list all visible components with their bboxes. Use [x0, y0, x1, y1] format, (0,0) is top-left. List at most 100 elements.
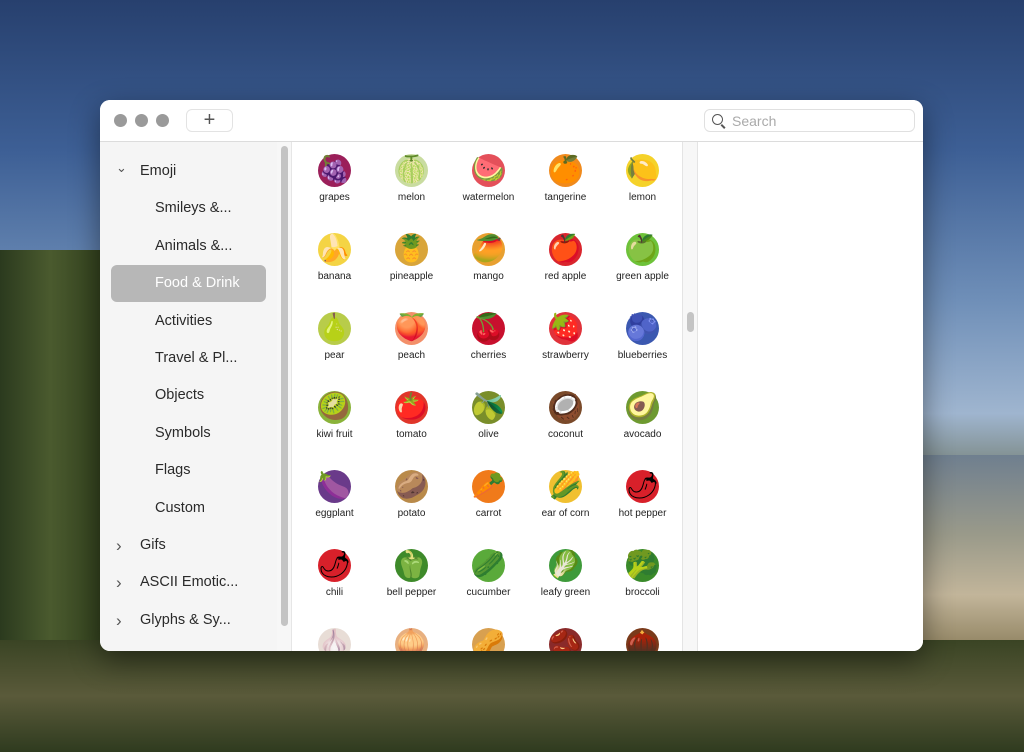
app-window: + ⌄EmojiSmileys &...Animals &... Food & D… [100, 100, 923, 651]
emoji-cell[interactable]: 🍅 tomato [373, 379, 450, 458]
emoji-glyph: 🧅 [395, 628, 428, 651]
grid-scrollbar-thumb[interactable] [687, 312, 694, 332]
emoji-glyph: 🫘 [549, 628, 582, 651]
emoji-cell[interactable]: 🍐 pear [296, 300, 373, 379]
sidebar-scrollbar[interactable] [277, 142, 292, 651]
emoji-glyph: 🥥 [549, 391, 582, 424]
emoji-cell[interactable]: 🍈 melon [373, 142, 450, 221]
emoji-label: chili [325, 587, 344, 598]
emoji-cell[interactable]: 🥭 mango [450, 221, 527, 300]
emoji-cell[interactable]: 🍑 peach [373, 300, 450, 379]
emoji-cell[interactable]: 🧄 [296, 616, 373, 651]
chevron-down-icon[interactable]: ⌄ [116, 149, 127, 186]
chevron-right-icon[interactable]: › [116, 564, 122, 601]
sidebar-item[interactable]: Smileys &... [111, 190, 266, 227]
emoji-cell[interactable]: 🥔 potato [373, 458, 450, 537]
emoji-cell[interactable]: 🌰 [604, 616, 681, 651]
emoji-cell[interactable]: 🌽 ear of corn [527, 458, 604, 537]
wallpaper-hills [923, 455, 1024, 655]
emoji-glyph: 🥔 [395, 470, 428, 503]
emoji-label: tomato [396, 429, 427, 440]
sidebar-item-label: Objects [155, 387, 205, 404]
emoji-cell[interactable]: 🍉 watermelon [450, 142, 527, 221]
emoji-glyph: 🧄 [318, 628, 351, 651]
chevron-right-icon[interactable]: › [116, 527, 122, 564]
emoji-cell[interactable]: 🥑 avocado [604, 379, 681, 458]
search-input[interactable] [732, 112, 907, 130]
sidebar-item[interactable]: Flags [111, 452, 266, 489]
emoji-cell[interactable]: 🥕 carrot [450, 458, 527, 537]
emoji-cell[interactable]: 🍏 green apple [604, 221, 681, 300]
emoji-label: bell pepper [386, 587, 437, 598]
sidebar-item-label: Gifs [140, 537, 166, 553]
chevron-right-icon[interactable]: › [116, 602, 122, 639]
emoji-cell[interactable]: 🥬 leafy green [527, 537, 604, 616]
emoji-label: pear [324, 350, 345, 361]
search-field[interactable] [704, 109, 915, 132]
emoji-grid: 🍇 grapes 🍈 melon 🍉 watermelon 🍊 tangerine 🍋 lemon… [292, 142, 682, 651]
sidebar-item[interactable]: Activities [111, 303, 266, 340]
add-button[interactable]: + [186, 109, 233, 132]
emoji-cell[interactable]: 🍊 tangerine [527, 142, 604, 221]
emoji-cell[interactable]: 🍒 cherries [450, 300, 527, 379]
emoji-cell[interactable]: 🍍 pineapple [373, 221, 450, 300]
sidebar-item[interactable]: › Glyphs & Sy... [111, 602, 266, 639]
emoji-cell[interactable]: 🥝 kiwi fruit [296, 379, 373, 458]
detail-pane [698, 142, 923, 651]
emoji-glyph: 🫒 [472, 391, 505, 424]
wallpaper-ground [0, 640, 1024, 752]
sidebar-item[interactable]: Custom [111, 490, 266, 527]
emoji-label: lemon [628, 192, 657, 203]
sidebar-item[interactable]: Objects [111, 377, 266, 414]
emoji-label: red apple [544, 271, 587, 282]
sidebar-item[interactable]: Animals &... [111, 228, 266, 265]
sidebar-item[interactable]: Food & Drink [111, 265, 266, 303]
emoji-cell[interactable]: 🌶 chili [296, 537, 373, 616]
emoji-label: banana [317, 271, 352, 282]
emoji-cell[interactable]: 🌶 hot pepper [604, 458, 681, 537]
sidebar-item[interactable]: Travel & Pl... [111, 340, 266, 377]
emoji-glyph: 🍋 [626, 154, 659, 187]
emoji-glyph: 🥬 [549, 549, 582, 582]
emoji-cell[interactable]: 🍌 banana [296, 221, 373, 300]
sidebar-item-label: Flags [155, 462, 191, 479]
emoji-glyph: 🍌 [318, 233, 351, 266]
emoji-label: leafy green [540, 587, 591, 598]
emoji-glyph: 🍉 [472, 154, 505, 187]
emoji-cell[interactable]: 🥦 broccoli [604, 537, 681, 616]
emoji-cell[interactable]: 🍓 strawberry [527, 300, 604, 379]
close-button[interactable] [114, 114, 127, 127]
emoji-cell[interactable]: 🫒 olive [450, 379, 527, 458]
emoji-cell[interactable]: 🫐 blueberries [604, 300, 681, 379]
emoji-cell[interactable]: 🫑 bell pepper [373, 537, 450, 616]
minimize-button[interactable] [135, 114, 148, 127]
sidebar-item[interactable]: › Gifs [111, 527, 266, 564]
sidebar-item[interactable]: Symbols [111, 415, 266, 452]
emoji-cell[interactable]: 🥒 cucumber [450, 537, 527, 616]
sidebar-item[interactable]: › ASCII Emotic... [111, 564, 266, 601]
emoji-cell[interactable]: 🍋 lemon [604, 142, 681, 221]
emoji-cell[interactable]: 🍇 grapes [296, 142, 373, 221]
emoji-glyph: 🍐 [318, 312, 351, 345]
emoji-cell[interactable]: 🧅 [373, 616, 450, 651]
emoji-label: melon [397, 192, 426, 203]
emoji-label: carrot [475, 508, 502, 519]
emoji-label: kiwi fruit [316, 429, 353, 440]
zoom-button[interactable] [156, 114, 169, 127]
sidebar-scrollbar-thumb[interactable] [281, 146, 288, 626]
emoji-cell[interactable]: 🍆 eggplant [296, 458, 373, 537]
emoji-glyph: 🌶 [626, 470, 660, 503]
emoji-cell[interactable]: 🍎 red apple [527, 221, 604, 300]
emoji-label: watermelon [462, 192, 515, 203]
emoji-label: peach [397, 350, 426, 361]
emoji-cell[interactable]: 🫘 [527, 616, 604, 651]
emoji-cell[interactable]: 🥥 coconut [527, 379, 604, 458]
emoji-label: hot pepper [618, 508, 667, 519]
emoji-cell[interactable]: 🥜 [450, 616, 527, 651]
sidebar-item-label: Food & Drink [155, 275, 240, 292]
emoji-glyph: 🍓 [549, 312, 582, 345]
emoji-label: olive [478, 429, 499, 440]
emoji-glyph: 🥑 [626, 391, 659, 424]
grid-scrollbar[interactable] [682, 142, 698, 651]
sidebar-item[interactable]: ⌄ Emoji [111, 153, 266, 190]
